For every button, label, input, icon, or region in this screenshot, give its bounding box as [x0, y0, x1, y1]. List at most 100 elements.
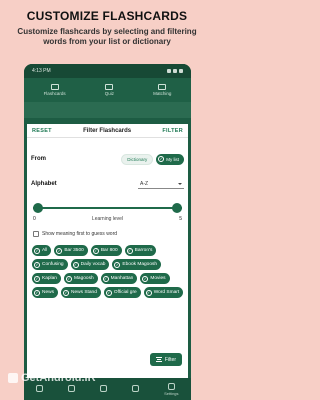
slider-thumb-max[interactable] — [172, 203, 182, 213]
show-meaning-checkbox[interactable] — [33, 231, 39, 237]
nav-flashcards[interactable]: Flashcards — [44, 84, 66, 96]
bottom-nav-book[interactable] — [68, 385, 76, 393]
settings-icon — [167, 382, 175, 390]
tag-chip-label: Confusing — [42, 262, 64, 267]
filter-list-icon — [155, 357, 162, 362]
tag-chip[interactable]: ✓ Barron's — [124, 245, 157, 256]
alphabet-select[interactable]: A-Z — [138, 180, 184, 189]
from-label: From — [31, 156, 46, 162]
tag-chip-label: Kaplan — [42, 276, 57, 281]
source-mylist-label: My list — [166, 156, 179, 162]
cards-icon — [100, 385, 108, 392]
check-icon: ✓ — [63, 289, 69, 296]
status-icons — [167, 69, 183, 73]
tag-chip-label: News Stand — [71, 290, 97, 295]
tag-chip-label: Barron's — [134, 248, 153, 253]
signal-icon — [167, 69, 171, 73]
tag-chip[interactable]: ✓ Confusing — [32, 259, 68, 270]
status-bar: 4:13 PM — [24, 64, 191, 78]
sheet-header: RESET Filter Flashcards FILTER — [27, 124, 188, 138]
tag-chip[interactable]: ✓ Ebook Magoosh — [112, 259, 162, 270]
level-max-label: 5 — [179, 216, 182, 222]
tag-chip-label: Official gre — [113, 290, 137, 295]
promo-subtitle: Customize flashcards by selecting and fi… — [17, 27, 197, 46]
alphabet-value: A-Z — [140, 180, 149, 187]
filter-button[interactable]: FILTER — [162, 128, 183, 134]
nav-matching[interactable]: Matching — [153, 84, 171, 96]
wifi-icon — [173, 69, 177, 73]
game-icon — [132, 385, 140, 392]
tag-chip-label: Daily vocab — [80, 262, 106, 267]
nav-matching-label: Matching — [153, 91, 172, 96]
filter-sheet: RESET Filter Flashcards FILTER From Dict… — [27, 124, 188, 380]
quiz-icon — [105, 84, 114, 90]
battery-icon — [179, 69, 183, 73]
nav-quiz[interactable]: Quiz — [105, 84, 114, 96]
check-icon: ✓ — [65, 275, 72, 282]
check-icon: ✓ — [102, 275, 109, 282]
bottom-nav-settings-label: Settings — [164, 390, 179, 396]
tag-chip-label: Bar 800 — [100, 248, 118, 253]
dropdown-caret-icon — [178, 182, 182, 185]
filter-fab-label: Filter — [164, 356, 176, 363]
check-icon: ✓ — [158, 156, 165, 162]
show-meaning-label: Show meaning first to guess word — [42, 231, 118, 237]
tag-chip-label: Movies — [150, 276, 166, 281]
status-time: 4:13 PM — [32, 68, 51, 74]
tag-chip-group: ✓ All ✓ Bar 3500 ✓ Bar 800 ✓ Barron's ✓ Confusing… — [32, 245, 184, 298]
bottom-nav-search[interactable] — [36, 385, 44, 393]
tag-chip[interactable]: ✓ News Stand — [61, 287, 101, 298]
tag-chip[interactable]: ✓ Daily vocab — [70, 259, 110, 270]
bottom-nav-settings[interactable]: Settings — [164, 382, 179, 396]
tag-chip[interactable]: ✓ All — [32, 245, 52, 256]
tag-chip-label: News — [42, 290, 54, 295]
tag-chip[interactable]: ✓ Bar 800 — [90, 245, 122, 256]
check-icon: ✓ — [56, 247, 63, 254]
check-icon: ✓ — [34, 289, 40, 296]
source-dictionary-chip[interactable]: Dictionary — [121, 153, 154, 165]
tag-chip[interactable]: ✓ Word Smart — [143, 287, 184, 298]
bottom-nav-cards[interactable] — [100, 385, 108, 393]
matching-icon — [158, 84, 167, 90]
android-logo-icon — [8, 373, 18, 383]
source-toggle: Dictionary ✓ My list — [121, 153, 184, 165]
tag-chip[interactable]: ✓ Magoosh — [63, 273, 98, 284]
book-icon — [68, 385, 76, 392]
check-icon: ✓ — [126, 247, 133, 254]
tag-chip[interactable]: ✓ Kaplan — [32, 273, 61, 284]
source-mylist-chip[interactable]: ✓ My list — [156, 153, 184, 165]
level-caption: Learning level — [91, 216, 124, 222]
alphabet-label: Alphabet — [31, 181, 57, 187]
tag-chip-label: Ebook Magoosh — [122, 262, 158, 267]
check-icon: ✓ — [105, 289, 112, 296]
from-row: From Dictionary ✓ My list — [31, 153, 184, 165]
check-icon: ✓ — [34, 275, 40, 282]
flashcards-icon — [50, 84, 59, 90]
check-icon: ✓ — [114, 261, 121, 268]
tag-chip-label: Word Smart — [153, 290, 180, 295]
check-icon: ✓ — [34, 247, 40, 254]
nav-quiz-label: Quiz — [104, 91, 114, 96]
tag-chip[interactable]: ✓ Manhattan — [100, 273, 138, 284]
tag-chip[interactable]: ✓ Movies — [140, 273, 170, 284]
filter-fab[interactable]: Filter — [149, 353, 182, 366]
alphabet-row: Alphabet A-Z — [31, 179, 184, 189]
promo-title: CUSTOMIZE FLASHCARDS — [26, 9, 188, 23]
tag-chip[interactable]: ✓ Bar 3500 — [54, 245, 88, 256]
check-icon: ✓ — [92, 247, 99, 254]
tag-chip-label: Magoosh — [73, 276, 94, 281]
bottom-nav-games[interactable] — [132, 385, 140, 393]
learning-level-slider[interactable] — [33, 203, 182, 213]
reset-button[interactable]: RESET — [32, 128, 52, 134]
check-icon: ✓ — [72, 261, 79, 268]
phone-screen: 4:13 PM Flashcards Quiz Matching RESET F… — [24, 64, 191, 400]
tag-chip-label: Bar 3500 — [64, 248, 84, 253]
slider-thumb-min[interactable] — [33, 203, 43, 213]
check-icon: ✓ — [142, 275, 149, 282]
show-meaning-option[interactable]: Show meaning first to guess word — [33, 231, 117, 237]
search-icon — [36, 385, 44, 392]
tag-chip[interactable]: ✓ News — [32, 287, 58, 298]
tag-chip[interactable]: ✓ Official gre — [103, 287, 141, 298]
source-dictionary-label: Dictionary — [127, 156, 148, 162]
tag-chip-label: Manhattan — [110, 276, 134, 281]
